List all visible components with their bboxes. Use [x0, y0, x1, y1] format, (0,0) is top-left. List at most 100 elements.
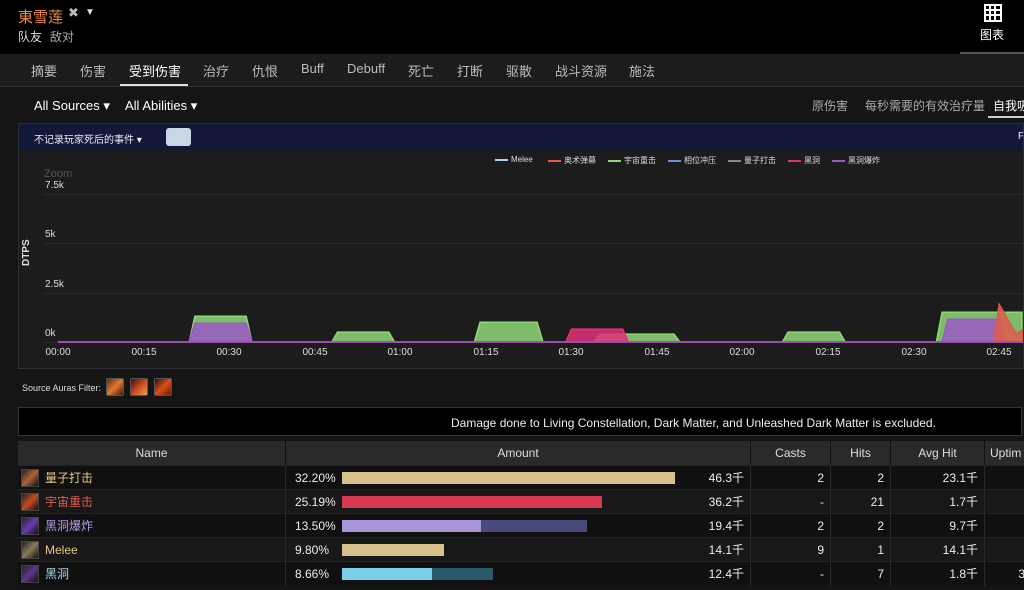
amount-value: 14.1千 — [708, 543, 744, 557]
avg-hit-cell: 1.7千 — [891, 490, 985, 514]
tab-summary[interactable]: 摘要 — [31, 61, 57, 80]
uptime-cell — [985, 466, 1024, 490]
hits-cell: 2 — [831, 466, 891, 490]
hits-cell: 21 — [831, 490, 891, 514]
chevron-down-icon: ▾ — [103, 98, 110, 113]
amount-cell: 25.19% 36.2千 — [286, 490, 751, 514]
uptime-cell — [985, 538, 1024, 562]
tab-interrupts[interactable]: 打断 — [457, 61, 483, 80]
uptime-cell — [985, 514, 1024, 538]
grid-icon — [984, 4, 1002, 22]
x-tick-label: 00:15 — [131, 347, 157, 358]
x-tick-label: 01:30 — [558, 347, 584, 358]
x-tick-label: 00:00 — [45, 347, 71, 358]
table-row[interactable]: 黑洞爆炸 13.50% 19.4千 2 2 9.7千 — [18, 513, 1024, 538]
tab-buffs[interactable]: Buff — [301, 61, 324, 76]
table-row[interactable]: Melee 9.80% 14.1千 9 1 14.1千 — [18, 537, 1024, 562]
amount-value: 19.4千 — [708, 519, 744, 533]
amount-percent: 13.50% — [295, 519, 336, 533]
tab-casts[interactable]: 施法 — [629, 61, 655, 80]
tab-dispels[interactable]: 驱散 — [506, 61, 532, 80]
character-name[interactable]: 東雪莲 — [18, 6, 63, 27]
amount-value: 36.2千 — [708, 495, 744, 509]
ability-icon — [21, 469, 39, 487]
ability-name[interactable]: 量子打击 — [45, 466, 93, 490]
tab-self-absorb[interactable]: 自我吸 — [993, 97, 1024, 114]
abilities-dropdown[interactable]: All Abilities ▾ — [125, 98, 197, 114]
hits-cell: 7 — [831, 562, 891, 586]
avg-hit-cell: 14.1千 — [891, 538, 985, 562]
hits-cell: 2 — [831, 514, 891, 538]
ability-cell: 黑洞爆炸 — [18, 514, 286, 538]
exclusion-notice: Damage done to Living Constellation, Dar… — [18, 407, 1022, 436]
tab-deaths[interactable]: 死亡 — [408, 61, 434, 80]
exclusion-notice-text: Damage done to Living Constellation, Dar… — [451, 416, 936, 430]
aura-filter-icon[interactable] — [106, 378, 124, 396]
x-tick-label: 00:30 — [216, 347, 242, 358]
tab-resources[interactable]: 战斗资源 — [555, 61, 607, 80]
chart-panel: 不记录玩家死后的事件 ▾ F Melee 奥术弹幕 宇宙重击 相位冲压 量子打击 黑洞 黑洞… — [18, 123, 1024, 369]
table-row[interactable]: 量子打击 32.20% 46.3千 2 2 23.1千 — [18, 465, 1024, 490]
ability-icon — [21, 541, 39, 559]
chevron-down-icon[interactable]: ▼ — [85, 7, 95, 18]
casts-cell: 9 — [751, 538, 831, 562]
sources-dropdown[interactable]: All Sources ▾ — [34, 98, 110, 114]
tab-damage-done[interactable]: 伤害 — [80, 61, 106, 80]
amount-cell: 8.66% 12.4千 — [286, 562, 751, 586]
col-header-amount[interactable]: Amount — [286, 441, 751, 465]
ability-cell: 黑洞 — [18, 562, 286, 586]
tab-threat[interactable]: 仇恨 — [252, 61, 278, 80]
x-tick-label: 01:15 — [473, 347, 499, 358]
amount-bar-fill — [342, 568, 432, 580]
enemy-tab[interactable]: 敌对 — [50, 28, 74, 45]
ability-icon — [21, 493, 39, 511]
damage-taken-table: Name Amount Casts Hits Avg Hit Uptim 量子打… — [18, 441, 1024, 590]
active-tab-indicator — [120, 84, 188, 86]
ability-name[interactable]: 宇宙重击 — [45, 490, 93, 514]
ability-cell: 宇宙重击 — [18, 490, 286, 514]
tab-effective-healing-needed[interactable]: 每秒需要的有效治疗量 — [865, 97, 985, 114]
x-tick-label: 02:30 — [901, 347, 927, 358]
x-tick-label: 00:45 — [302, 347, 328, 358]
header: 東雪莲 ✖ ▼ 队友 敌对 图表 — [0, 0, 1024, 54]
friendly-tab[interactable]: 队友 — [18, 28, 42, 45]
chart-button[interactable]: 图表 — [960, 0, 1024, 54]
tab-debuffs[interactable]: Debuff — [347, 61, 385, 76]
table-row[interactable]: 宇宙重击 25.19% 36.2千 -21 1.7千 — [18, 489, 1024, 514]
col-header-hits[interactable]: Hits — [831, 441, 891, 465]
hits-cell: 1 — [831, 538, 891, 562]
col-header-avg-hit[interactable]: Avg Hit — [891, 441, 985, 465]
tab-raw-damage[interactable]: 原伤害 — [812, 97, 848, 114]
col-header-name[interactable]: Name — [18, 441, 286, 465]
casts-cell: - — [751, 562, 831, 586]
avg-hit-cell: 9.7千 — [891, 514, 985, 538]
amount-bar-fill — [342, 496, 602, 508]
x-tick-label: 02:15 — [815, 347, 841, 358]
ability-name[interactable]: Melee — [45, 538, 78, 562]
amount-bar-fill — [342, 472, 675, 484]
ability-name[interactable]: 黑洞爆炸 — [45, 514, 93, 538]
table-row[interactable]: 黑洞 8.66% 12.4千-71.8千 3.4 — [18, 561, 1024, 586]
casts-cell: 2 — [751, 514, 831, 538]
aura-filter-icon[interactable] — [130, 378, 148, 396]
tab-damage-taken[interactable]: 受到伤害 — [129, 61, 181, 80]
casts-cell: - — [751, 490, 831, 514]
amount-percent: 25.19% — [295, 495, 336, 509]
uptime-cell: 3.4 — [1018, 567, 1024, 581]
col-header-casts[interactable]: Casts — [751, 441, 831, 465]
aura-filter-icon[interactable] — [154, 378, 172, 396]
amount-cell: 32.20% 46.3千 — [286, 466, 751, 490]
dtps-plot[interactable] — [19, 124, 1024, 369]
tab-healing[interactable]: 治疗 — [203, 61, 229, 80]
filter-bar: All Sources ▾ All Abilities ▾ 原伤害 每秒需要的有… — [0, 88, 1024, 122]
col-header-uptime[interactable]: Uptim — [985, 441, 1024, 465]
amount-percent: 9.80% — [295, 543, 330, 557]
ability-name[interactable]: 黑洞 — [45, 562, 69, 586]
chart-button-label: 图表 — [979, 28, 1004, 42]
ability-cell: Melee — [18, 538, 286, 562]
amount-cell: 9.80% 14.1千 — [286, 538, 751, 562]
abilities-label: All Abilities — [125, 98, 188, 113]
amount-percent: 8.66% — [295, 567, 330, 581]
close-icon[interactable]: ✖ — [68, 5, 79, 21]
ability-cell: 量子打击 — [18, 466, 286, 490]
